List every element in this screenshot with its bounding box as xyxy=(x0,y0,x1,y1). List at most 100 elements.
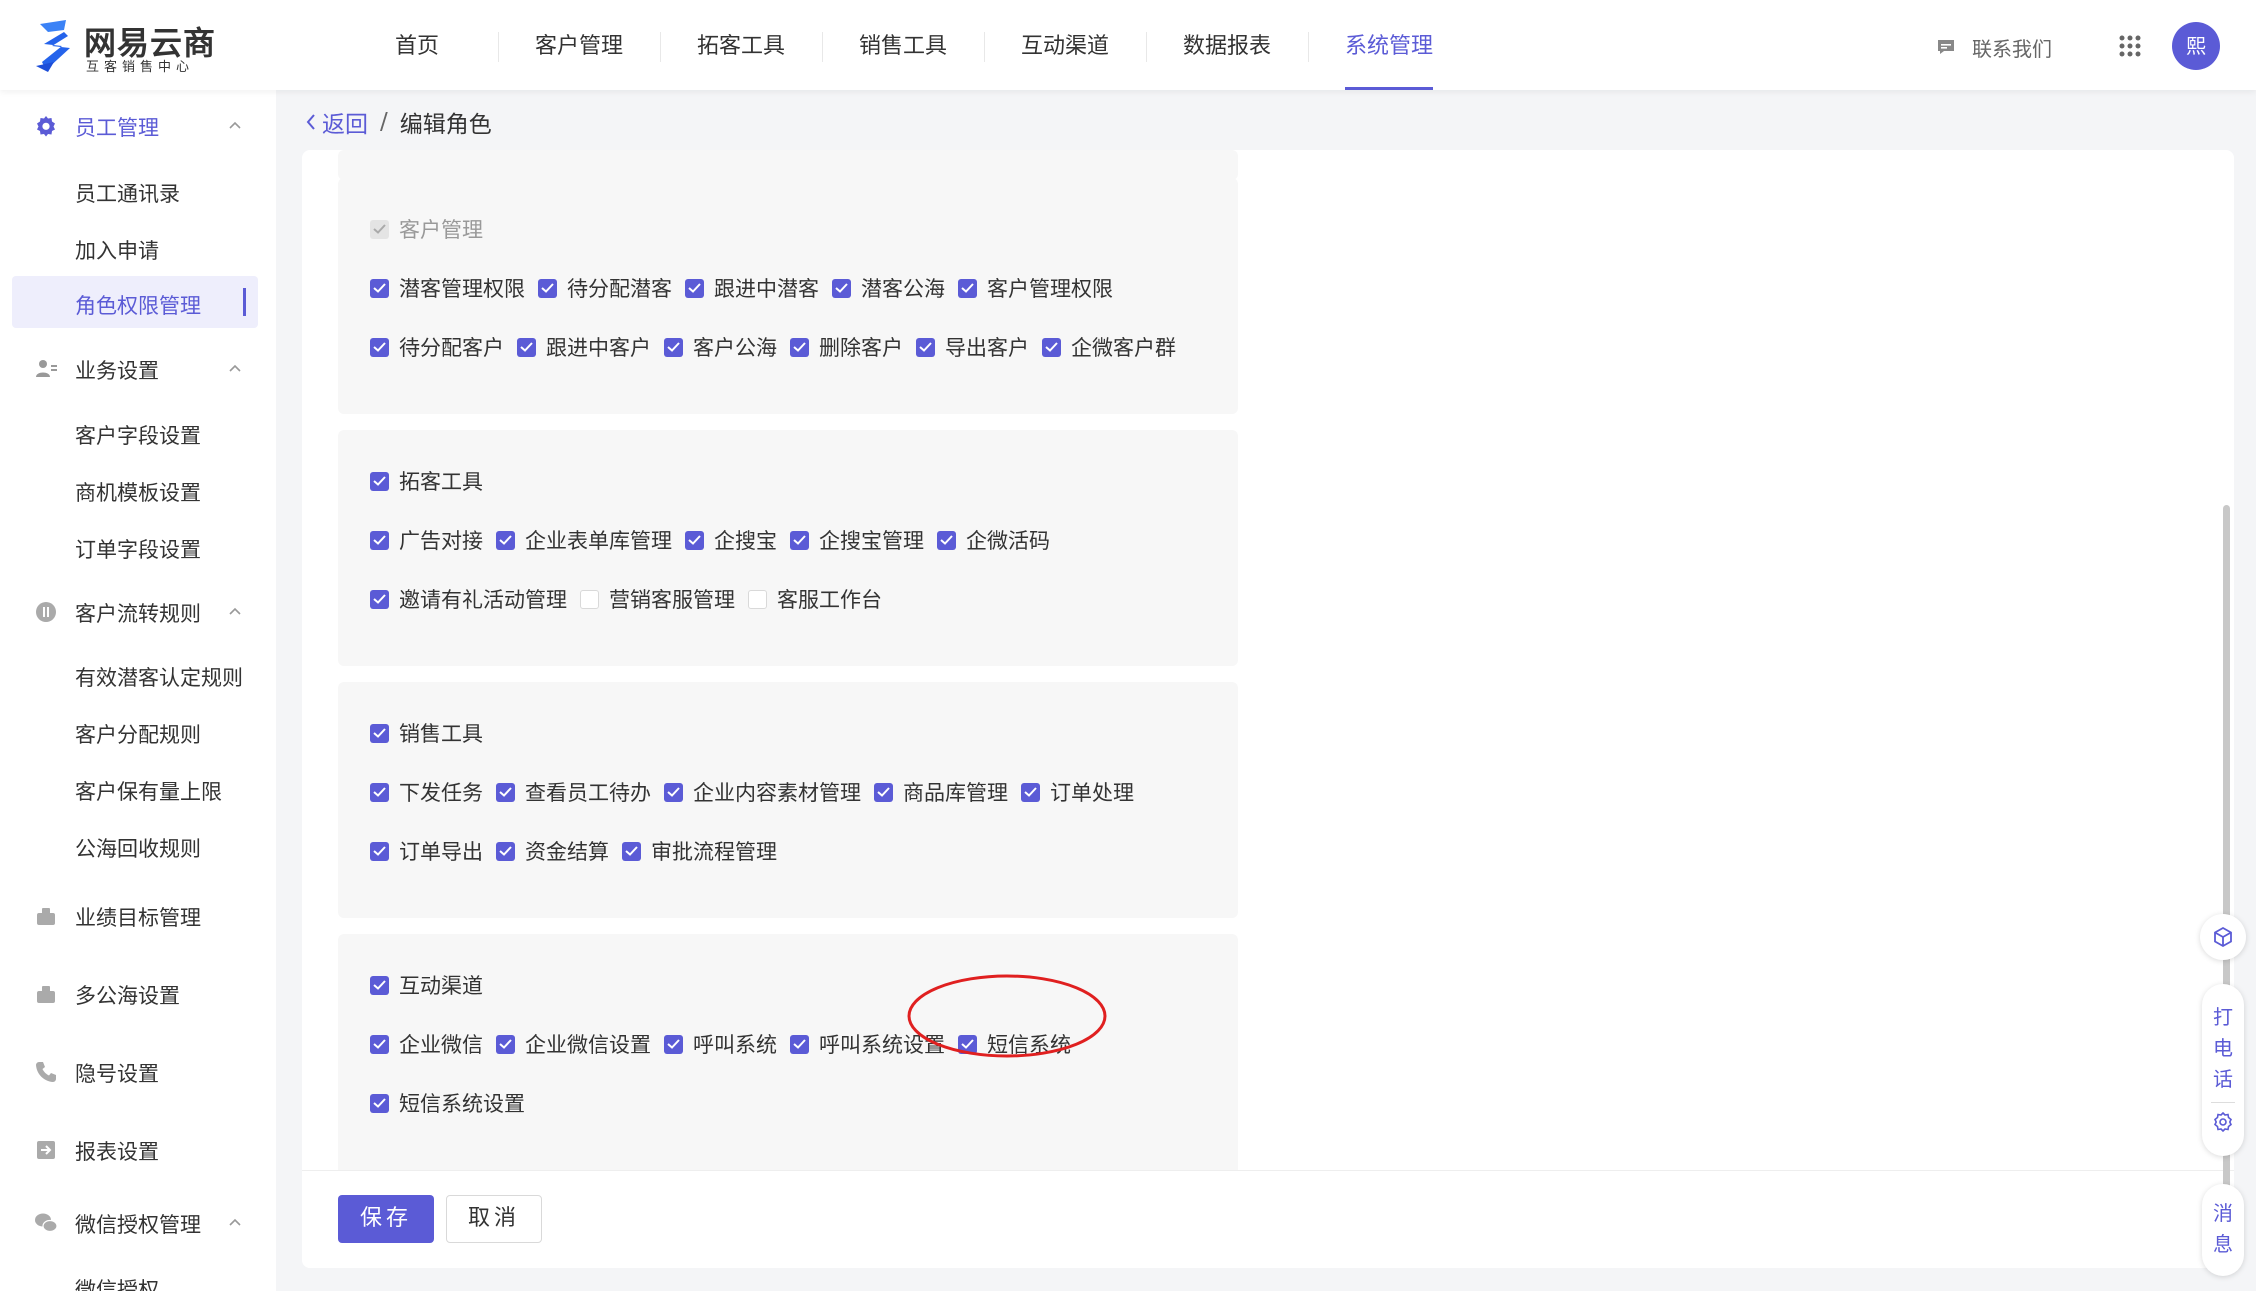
permission-checkbox[interactable]: 企业表单库管理 xyxy=(496,525,672,555)
message-widget[interactable]: 消 息 xyxy=(2202,1184,2244,1276)
checkbox-checked-icon xyxy=(370,975,389,995)
permission-row: 订单导出 资金结算 审批流程管理 xyxy=(370,836,790,866)
permission-label: 企业微信 xyxy=(399,1033,483,1057)
sidebar-item-wechat-authorize[interactable]: 微信授权 xyxy=(12,1260,258,1291)
permission-checkbox[interactable]: 订单导出 xyxy=(370,836,483,866)
permission-label: 订单处理 xyxy=(1050,781,1134,805)
checkbox-checked-icon xyxy=(1021,782,1040,802)
checkbox-checked-icon xyxy=(958,278,977,298)
sidebar-item-opportunity-template[interactable]: 商机模板设置 xyxy=(12,463,258,515)
section-checkbox-sales-tools[interactable]: 销售工具 xyxy=(370,718,483,748)
section-title: 销售工具 xyxy=(399,722,483,746)
chevron-left-icon xyxy=(306,114,315,130)
permission-checkbox-approval-flow[interactable]: 审批流程管理 xyxy=(622,836,777,866)
permission-checkbox[interactable]: 客户管理权限 xyxy=(958,273,1113,303)
cancel-button[interactable]: 取消 xyxy=(446,1195,542,1243)
nav-home[interactable]: 首页 xyxy=(336,0,498,90)
permission-checkbox[interactable]: 导出客户 xyxy=(916,332,1029,362)
permission-checkbox[interactable]: 企搜宝 xyxy=(685,525,777,555)
nav-data-reports[interactable]: 数据报表 xyxy=(1146,0,1308,90)
brand-logo[interactable]: 网易云商 互客销售中心 xyxy=(34,16,215,76)
checkbox-checked-icon xyxy=(370,337,389,357)
permission-checkbox[interactable]: 查看员工待办 xyxy=(496,777,651,807)
message-button[interactable]: 消 息 xyxy=(2202,1198,2244,1260)
sidebar-item-join-requests[interactable]: 加入申请 xyxy=(12,221,258,273)
permission-checkbox[interactable]: 客户公海 xyxy=(664,332,777,362)
sidebar-item-customer-holding-limit[interactable]: 客户保有量上限 xyxy=(12,762,258,814)
call-widget: 打 电 话 xyxy=(2202,984,2244,1156)
sidebar-group-performance-targets[interactable]: 业绩目标管理 xyxy=(0,890,276,940)
nav-prospecting-tools[interactable]: 拓客工具 xyxy=(660,0,822,90)
sidebar-group-multi-pool-settings[interactable]: 多公海设置 xyxy=(0,968,276,1018)
permission-checkbox[interactable]: 潜客公海 xyxy=(832,273,945,303)
permission-checkbox[interactable]: 待分配潜客 xyxy=(538,273,672,303)
sidebar-item-public-pool-recycle-rules[interactable]: 公海回收规则 xyxy=(12,819,258,871)
back-link[interactable]: 返回 xyxy=(306,105,368,139)
permission-label: 邀请有礼活动管理 xyxy=(399,588,567,612)
nav-customer-management[interactable]: 客户管理 xyxy=(498,0,660,90)
permission-checkbox[interactable]: 企微客户群 xyxy=(1042,332,1176,362)
permission-checkbox[interactable]: 商品库管理 xyxy=(874,777,1008,807)
permission-checkbox[interactable]: 企业微信 xyxy=(370,1029,483,1059)
section-prospecting-tools: 拓客工具 广告对接 企业表单库管理 企搜宝 企搜宝管理 企微活码 邀请有礼活动管… xyxy=(338,430,1238,666)
permission-checkbox[interactable]: 企业内容素材管理 xyxy=(664,777,861,807)
permission-scroll-area[interactable]: 客户管理 潜客管理权限 待分配潜客 跟进中潜客 潜客公海 客户管理权限 待分配客… xyxy=(302,150,2234,1170)
user-avatar[interactable]: 熙 xyxy=(2172,22,2220,70)
float-cube-button[interactable] xyxy=(2200,914,2246,960)
permission-label: 查看员工待办 xyxy=(525,781,651,805)
permission-checkbox[interactable]: 邀请有礼活动管理 xyxy=(370,584,567,614)
main-nav: 首页 客户管理 拓客工具 销售工具 互动渠道 数据报表 系统管理 xyxy=(336,0,1470,90)
sidebar-item-customer-allocation-rules[interactable]: 客户分配规则 xyxy=(12,705,258,757)
sidebar-group-report-settings[interactable]: 报表设置 xyxy=(0,1124,276,1174)
section-checkbox-prospecting-tools[interactable]: 拓客工具 xyxy=(370,466,483,496)
permission-checkbox[interactable]: 订单处理 xyxy=(1021,777,1134,807)
checkbox-checked-icon xyxy=(958,1034,977,1054)
permission-checkbox[interactable]: 下发任务 xyxy=(370,777,483,807)
sidebar-group-business-settings[interactable]: 业务设置 xyxy=(0,343,276,393)
permission-checkbox[interactable]: 跟进中潜客 xyxy=(685,273,819,303)
permission-label: 企搜宝管理 xyxy=(819,529,924,553)
section-checkbox-interaction-channels[interactable]: 互动渠道 xyxy=(370,970,483,1000)
sidebar-item-valid-prospect-rules[interactable]: 有效潜客认定规则 xyxy=(12,648,258,700)
sidebar-item-customer-fields[interactable]: 客户字段设置 xyxy=(12,406,258,458)
permission-checkbox[interactable]: 企搜宝管理 xyxy=(790,525,924,555)
checkbox-checked-icon xyxy=(370,589,389,609)
sidebar-group-label: 报表设置 xyxy=(75,1140,159,1164)
permission-checkbox[interactable]: 资金结算 xyxy=(496,836,609,866)
permission-checkbox[interactable]: 广告对接 xyxy=(370,525,483,555)
nav-interaction-channels[interactable]: 互动渠道 xyxy=(984,0,1146,90)
save-button[interactable]: 保存 xyxy=(338,1195,434,1243)
permission-checkbox[interactable]: 企微活码 xyxy=(937,525,1050,555)
section-header-row: 销售工具 xyxy=(370,718,496,748)
call-button[interactable]: 打 电 话 xyxy=(2202,1002,2244,1095)
permission-checkbox[interactable]: 短信系统设置 xyxy=(370,1088,525,1118)
sidebar-group-wechat-authorization[interactable]: 微信授权管理 xyxy=(0,1197,276,1247)
permission-checkbox[interactable]: 企业微信设置 xyxy=(496,1029,651,1059)
sidebar-item-order-fields[interactable]: 订单字段设置 xyxy=(12,520,258,572)
sidebar-item-label: 加入申请 xyxy=(75,239,159,263)
nav-system-management[interactable]: 系统管理 xyxy=(1308,0,1470,90)
sidebar-group-customer-flow-rules[interactable]: 客户流转规则 xyxy=(0,586,276,636)
nav-sales-tools[interactable]: 销售工具 xyxy=(822,0,984,90)
permission-checkbox[interactable]: 呼叫系统设置 xyxy=(790,1029,945,1059)
permission-checkbox[interactable]: 潜客管理权限 xyxy=(370,273,525,303)
permission-checkbox[interactable]: 客服工作台 xyxy=(748,584,882,614)
permission-label: 订单导出 xyxy=(399,840,483,864)
gear-icon[interactable] xyxy=(2211,1110,2235,1134)
sidebar-group-hidden-number-settings[interactable]: 隐号设置 xyxy=(0,1046,276,1096)
permission-checkbox[interactable]: 短信系统 xyxy=(958,1029,1071,1059)
sidebar-group-employee-management[interactable]: 员工管理 xyxy=(0,100,276,150)
sidebar-item-employee-directory[interactable]: 员工通讯录 xyxy=(12,164,258,216)
permission-checkbox[interactable]: 删除客户 xyxy=(790,332,903,362)
cube-icon xyxy=(2214,926,2232,948)
checkbox-checked-icon xyxy=(790,337,809,357)
permission-checkbox[interactable]: 呼叫系统 xyxy=(664,1029,777,1059)
sidebar-item-role-permissions[interactable]: 角色权限管理 xyxy=(12,276,258,328)
permission-row: 短信系统设置 xyxy=(370,1088,538,1118)
permission-label: 广告对接 xyxy=(399,529,483,553)
permission-checkbox[interactable]: 跟进中客户 xyxy=(517,332,651,362)
permission-checkbox[interactable]: 待分配客户 xyxy=(370,332,504,362)
contact-us-link[interactable]: 联系我们 xyxy=(1936,32,2052,62)
app-grid-icon[interactable] xyxy=(2118,34,2142,58)
permission-checkbox[interactable]: 营销客服管理 xyxy=(580,584,735,614)
